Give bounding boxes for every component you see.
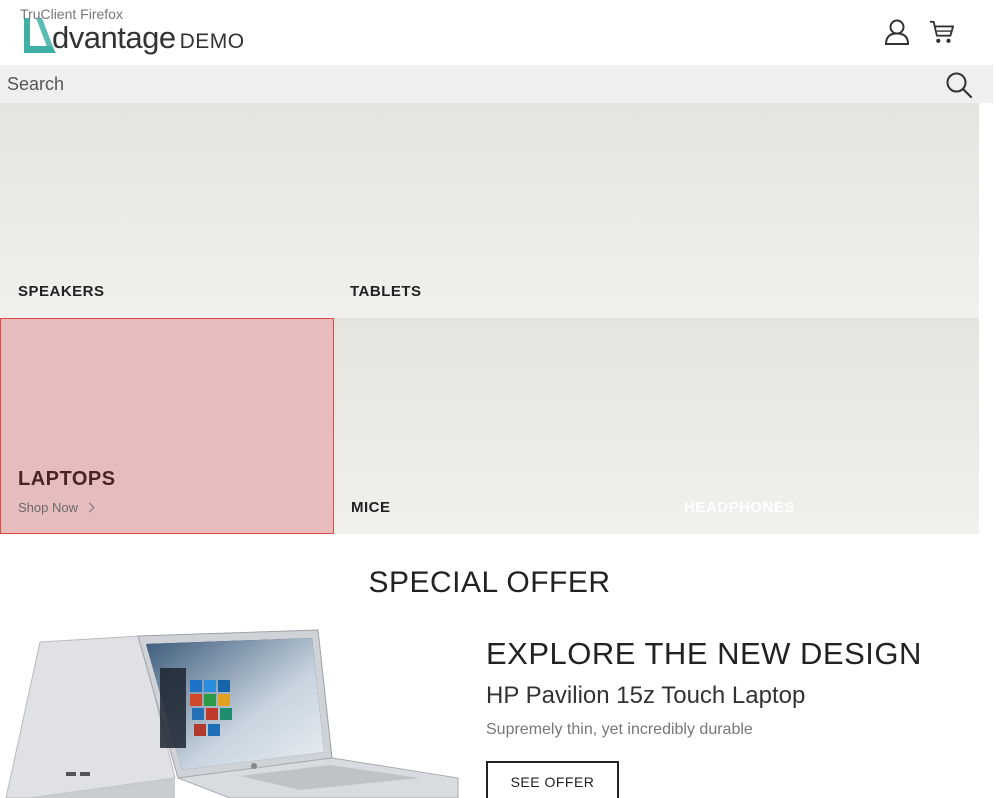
user-icon[interactable] (884, 18, 910, 46)
category-label-speakers[interactable]: SPEAKERS (18, 283, 105, 300)
special-offer-title: SPECIAL OFFER (368, 566, 611, 599)
laptop-product-image[interactable] (0, 628, 460, 798)
category-tile-speakers-tablets[interactable] (0, 103, 979, 318)
see-offer-button[interactable]: SEE OFFER (486, 761, 619, 798)
category-tile-mice-headphones[interactable] (333, 318, 979, 534)
site-header: dvantage DEMO (0, 0, 996, 65)
category-label-laptops[interactable]: LAPTOPS (18, 468, 116, 491)
offer-product-name: HP Pavilion 15z Touch Laptop (486, 682, 806, 709)
logo-text: dvantage (52, 20, 176, 55)
logo-suffix: DEMO (179, 30, 245, 53)
search-icon[interactable] (945, 71, 973, 99)
window-title: TruClient Firefox (20, 6, 123, 22)
category-label-headphones[interactable]: HEADPHONES (684, 499, 795, 516)
cart-icon[interactable] (929, 18, 955, 46)
chevron-right-icon (84, 502, 95, 513)
offer-heading: EXPLORE THE NEW DESIGN (486, 636, 922, 671)
category-label-mice[interactable]: MICE (351, 499, 391, 516)
category-label-tablets[interactable]: TABLETS (350, 283, 422, 300)
shop-now-link[interactable]: Shop Now (18, 500, 95, 515)
search-input[interactable] (7, 72, 927, 96)
search-bar (0, 65, 993, 103)
shop-now-label: Shop Now (18, 500, 78, 515)
offer-description: Supremely thin, yet incredibly durable (486, 721, 753, 738)
